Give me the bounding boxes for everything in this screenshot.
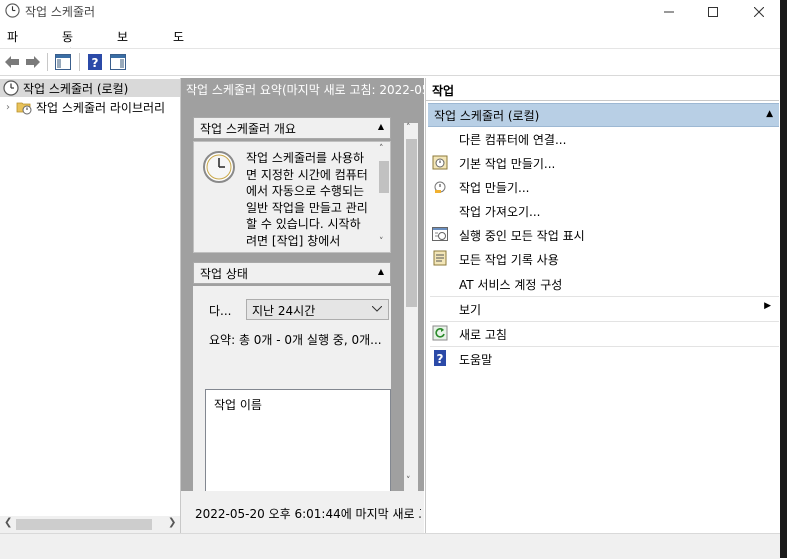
action-pane-icon bbox=[110, 54, 126, 70]
tree-item-root[interactable]: 작업 스케줄러 (로컬) bbox=[0, 79, 180, 97]
refresh-icon bbox=[432, 325, 448, 341]
chevron-down-icon bbox=[372, 306, 382, 312]
action-label: 작업 가져오기... bbox=[459, 205, 541, 219]
forward-arrow-icon bbox=[26, 56, 40, 68]
status-title: 작업 상태 bbox=[200, 266, 248, 281]
help-icon: ? bbox=[434, 350, 446, 366]
maximize-icon bbox=[708, 6, 718, 17]
action-enable-task-history[interactable]: 모든 작업 기록 사용 bbox=[426, 246, 779, 270]
status-section-body: 다... 지난 24시간 요약: 총 0개 - 0개 실행 중, 0개... 작… bbox=[193, 286, 391, 495]
actions-header-text: 작업 bbox=[432, 84, 455, 98]
running-tasks-icon bbox=[432, 227, 448, 241]
action-label: 새로 고침 bbox=[459, 328, 507, 342]
action-label: 다른 컴퓨터에 연결... bbox=[459, 133, 567, 147]
status-period-select[interactable]: 지난 24시간 bbox=[246, 299, 389, 320]
overview-scrollbar[interactable]: ˄ ˅ bbox=[377, 144, 390, 251]
tree-item-library[interactable]: › 작업 스케줄러 라이브러리 bbox=[0, 98, 165, 116]
tree-item-label: 작업 스케줄러 (로컬) bbox=[23, 81, 129, 96]
close-button[interactable] bbox=[736, 0, 782, 23]
background-window-edge bbox=[780, 0, 787, 558]
action-label: 작업 만들기... bbox=[459, 181, 530, 195]
basic-task-icon bbox=[432, 155, 448, 170]
minimize-icon bbox=[664, 11, 674, 12]
show-hide-action-pane-button[interactable] bbox=[108, 52, 128, 72]
scroll-left-icon[interactable]: ❮ bbox=[4, 517, 12, 528]
action-label: AT 서비스 계정 구성 bbox=[459, 278, 563, 292]
collapse-up-icon[interactable]: ▲ bbox=[766, 109, 773, 119]
forward-button[interactable] bbox=[23, 52, 43, 72]
action-label: 모든 작업 기록 사용 bbox=[459, 253, 559, 267]
action-label: 실행 중인 모든 작업 표시 bbox=[459, 229, 585, 243]
action-display-running-tasks[interactable]: 실행 중인 모든 작업 표시 bbox=[426, 222, 779, 246]
scroll-down-icon[interactable]: ˅ bbox=[379, 237, 384, 247]
folder-clock-icon bbox=[16, 102, 32, 115]
title-bar: 작업 스케줄러 bbox=[0, 0, 780, 23]
status-section-header[interactable]: 작업 상태 ▲ bbox=[193, 262, 391, 284]
minimize-button[interactable] bbox=[646, 0, 692, 23]
action-label: 기본 작업 만들기... bbox=[459, 157, 556, 171]
status-bar bbox=[0, 533, 780, 559]
chevron-right-icon[interactable]: › bbox=[6, 102, 10, 113]
svg-text:?: ? bbox=[92, 56, 99, 70]
clock-icon bbox=[3, 80, 19, 96]
action-configure-at-service[interactable]: AT 서비스 계정 구성 bbox=[426, 271, 779, 295]
action-view[interactable]: 보기 ▶ bbox=[426, 296, 779, 320]
task-list-header: 작업 이름 bbox=[214, 398, 262, 412]
status-filter-label: 다... bbox=[209, 304, 232, 318]
clock-large-icon bbox=[203, 151, 235, 183]
scroll-thumb[interactable] bbox=[406, 139, 417, 307]
collapse-up-icon[interactable]: ▲ bbox=[378, 122, 384, 131]
back-button[interactable] bbox=[2, 52, 22, 72]
scroll-down-icon[interactable]: ˅ bbox=[406, 476, 411, 486]
last-refresh-text: 2022-05-20 오후 6:01:44에 마지막 새로 고침 bbox=[195, 507, 421, 521]
show-hide-console-tree-button[interactable] bbox=[53, 52, 73, 72]
create-task-icon bbox=[434, 181, 446, 193]
action-import-task[interactable]: 작업 가져오기... bbox=[426, 198, 779, 222]
overview-section-body: 작업 스케줄러를 사용하면 지정한 시간에 컴퓨터에서 자동으로 수행되는 일반… bbox=[193, 141, 391, 253]
help-icon: ? bbox=[88, 54, 102, 70]
summary-header-text: 작업 스케줄러 요약(마지막 새로 고침: 2022-05-20 오후 6:01… bbox=[186, 83, 424, 97]
console-tree-icon bbox=[55, 54, 71, 70]
overview-title: 작업 스케줄러 개요 bbox=[200, 121, 296, 136]
actions-header: 작업 bbox=[426, 78, 779, 101]
actions-pane: 작업 작업 스케줄러 (로컬) ▲ 다른 컴퓨터에 연결... 기본 작업 만들… bbox=[425, 78, 781, 533]
task-list[interactable]: 작업 이름 bbox=[205, 389, 391, 495]
action-label: 보기 bbox=[459, 303, 482, 317]
summary-header: 작업 스케줄러 요약(마지막 새로 고침: 2022-05-20 오후 6:01… bbox=[181, 78, 424, 100]
overview-text: 작업 스케줄러를 사용하면 지정한 시간에 컴퓨터에서 자동으로 수행되는 일반… bbox=[246, 151, 368, 248]
action-create-basic-task[interactable]: 기본 작업 만들기... bbox=[426, 150, 779, 174]
history-icon bbox=[433, 250, 447, 266]
action-refresh[interactable]: 새로 고침 bbox=[426, 321, 779, 345]
close-icon bbox=[754, 6, 764, 17]
submenu-arrow-icon: ▶ bbox=[764, 301, 771, 311]
action-label: 도움말 bbox=[459, 353, 493, 367]
toolbar: ? bbox=[0, 48, 780, 76]
scroll-up-icon[interactable]: ˄ bbox=[379, 144, 384, 154]
summary-scrollbar[interactable]: ˄ ˅ bbox=[404, 123, 418, 491]
scroll-up-icon[interactable]: ˄ bbox=[406, 123, 411, 133]
action-help[interactable]: ? 도움말 bbox=[426, 346, 779, 370]
status-summary: 요약: 총 0개 - 0개 실행 중, 0개... bbox=[209, 333, 382, 347]
actions-group-header[interactable]: 작업 스케줄러 (로컬) ▲ bbox=[428, 103, 779, 127]
scroll-right-icon[interactable]: ❯ bbox=[168, 517, 176, 528]
clock-app-icon bbox=[5, 3, 20, 18]
status-period-value: 지난 24시간 bbox=[252, 304, 316, 318]
window-title: 작업 스케줄러 bbox=[25, 5, 96, 19]
help-toolbar-button[interactable]: ? bbox=[85, 52, 105, 72]
overview-section-header[interactable]: 작업 스케줄러 개요 ▲ bbox=[193, 117, 391, 139]
console-tree: 작업 스케줄러 (로컬) › 작업 스케줄러 라이브러리 bbox=[0, 78, 181, 533]
scroll-thumb[interactable] bbox=[379, 161, 389, 193]
collapse-up-icon[interactable]: ▲ bbox=[378, 267, 384, 276]
back-arrow-icon bbox=[5, 56, 19, 68]
left-horizontal-scrollbar[interactable]: ❮ ❯ bbox=[0, 516, 180, 533]
summary-footer: 2022-05-20 오후 6:01:44에 마지막 새로 고침 bbox=[181, 491, 424, 533]
action-connect-computer[interactable]: 다른 컴퓨터에 연결... bbox=[426, 126, 779, 150]
action-create-task[interactable]: 작업 만들기... bbox=[426, 174, 779, 198]
maximize-button[interactable] bbox=[690, 0, 736, 23]
scroll-thumb[interactable] bbox=[16, 519, 152, 530]
actions-group-title: 작업 스케줄러 (로컬) bbox=[434, 109, 540, 123]
tree-item-label: 작업 스케줄러 라이브러리 bbox=[36, 100, 166, 115]
svg-text:?: ? bbox=[437, 352, 444, 366]
